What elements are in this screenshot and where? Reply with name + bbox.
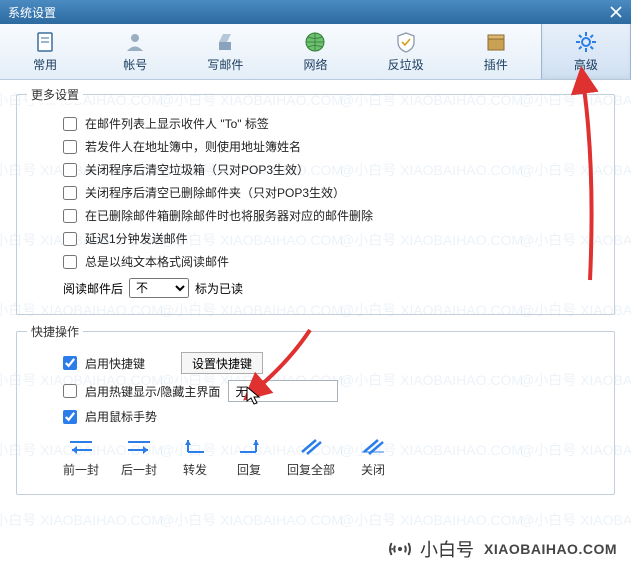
more-check-6[interactable] — [63, 255, 77, 269]
gesture-icon-2 — [179, 435, 211, 457]
more-check-0[interactable] — [63, 117, 77, 131]
set-hotkey-button[interactable]: 设置快捷键 — [181, 352, 263, 374]
titlebar: 系统设置 — [0, 0, 631, 24]
gesture-4: 回复全部 — [287, 435, 335, 478]
more-check-1[interactable] — [63, 140, 77, 154]
badge-text1: 小白号 — [420, 536, 474, 562]
enable-hotkey-label: 启用快捷键 — [85, 355, 145, 372]
shortcut-group: 快捷操作 启用快捷键 设置快捷键 启用热键显示/隐藏主界面 启用鼠标手势 前一封… — [16, 331, 615, 495]
gesture-icon-5 — [357, 435, 389, 457]
shortcut-legend: 快捷操作 — [27, 323, 83, 340]
more-check-2[interactable] — [63, 163, 77, 177]
badge-text2: XIAOBAIHAO.COM — [484, 541, 617, 557]
tab-box[interactable]: 插件 — [451, 24, 541, 79]
enable-gesture-label: 启用鼠标手势 — [85, 408, 157, 425]
more-label-0: 在邮件列表上显示收件人 "To" 标签 — [85, 115, 269, 132]
more-check-4[interactable] — [63, 209, 77, 223]
more-label-2: 关闭程序后清空垃圾箱（只对POP3生效） — [85, 161, 309, 178]
user-icon — [123, 30, 147, 54]
read-prefix: 阅读邮件后 — [63, 280, 123, 297]
page-icon — [33, 30, 57, 54]
wifi-icon — [386, 535, 414, 563]
box-icon — [484, 30, 508, 54]
enable-showhide-label: 启用热键显示/隐藏主界面 — [85, 383, 220, 400]
shield-icon — [394, 30, 418, 54]
gear-icon — [574, 30, 598, 54]
gesture-icon-3 — [233, 435, 265, 457]
toolbar: 常用帐号写邮件网络反垃圾插件高级 — [0, 24, 631, 80]
showhide-input[interactable] — [228, 380, 338, 402]
gesture-1: 后一封 — [121, 435, 157, 478]
gesture-5: 关闭 — [357, 435, 389, 478]
more-label-6: 总是以纯文本格式阅读邮件 — [85, 253, 229, 270]
more-settings-group: 更多设置 在邮件列表上显示收件人 "To" 标签若发件人在地址簿中，则使用地址簿… — [16, 94, 615, 315]
more-check-5[interactable] — [63, 232, 77, 246]
gesture-2: 转发 — [179, 435, 211, 478]
gesture-icon-0 — [65, 435, 97, 457]
more-settings-legend: 更多设置 — [27, 86, 83, 103]
read-suffix: 标为已读 — [195, 280, 243, 297]
close-icon[interactable] — [609, 5, 623, 19]
window-title: 系统设置 — [8, 4, 56, 21]
tab-gear[interactable]: 高级 — [541, 24, 631, 79]
more-check-3[interactable] — [63, 186, 77, 200]
enable-showhide-checkbox[interactable] — [63, 384, 77, 398]
more-label-5: 延迟1分钟发送邮件 — [85, 230, 188, 247]
globe-icon — [303, 30, 327, 54]
gesture-0: 前一封 — [63, 435, 99, 478]
tab-page[interactable]: 常用 — [0, 24, 90, 79]
more-label-4: 在已删除邮件箱删除邮件时也将服务器对应的邮件删除 — [85, 207, 373, 224]
watermark-badge: 小白号 XIAOBAIHAO.COM — [378, 531, 625, 567]
gesture-icon-4 — [295, 435, 327, 457]
tab-compose[interactable]: 写邮件 — [180, 24, 270, 79]
more-label-1: 若发件人在地址簿中，则使用地址簿姓名 — [85, 138, 301, 155]
more-label-3: 关闭程序后清空已删除邮件夹（只对POP3生效） — [85, 184, 345, 201]
tab-shield[interactable]: 反垃圾 — [361, 24, 451, 79]
gesture-3: 回复 — [233, 435, 265, 478]
tab-user[interactable]: 帐号 — [90, 24, 180, 79]
enable-hotkey-checkbox[interactable] — [63, 356, 77, 370]
compose-icon — [213, 30, 237, 54]
enable-gesture-checkbox[interactable] — [63, 410, 77, 424]
tab-globe[interactable]: 网络 — [270, 24, 360, 79]
read-select[interactable]: 不 — [129, 278, 189, 298]
gesture-icon-1 — [123, 435, 155, 457]
